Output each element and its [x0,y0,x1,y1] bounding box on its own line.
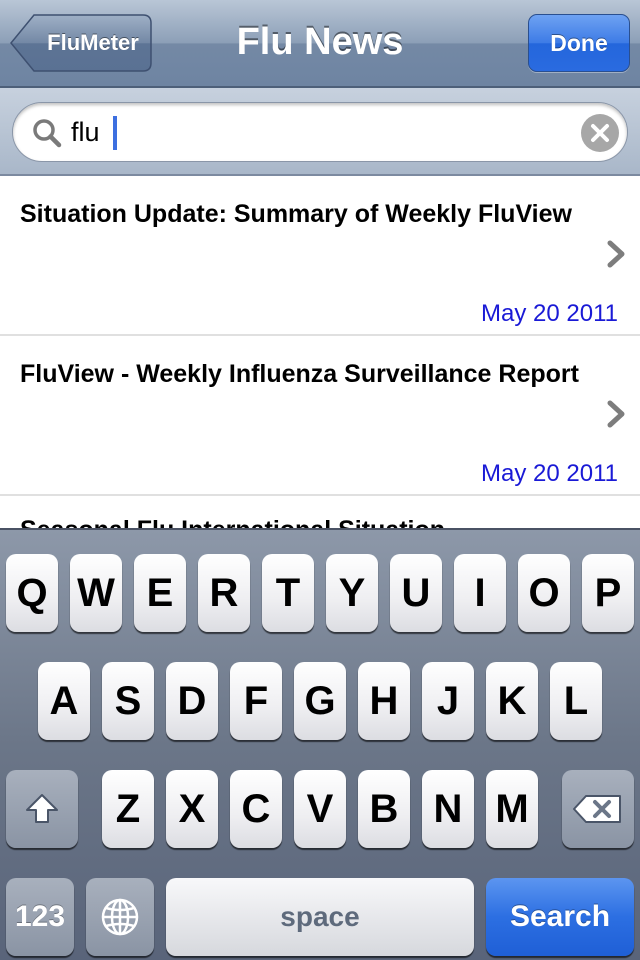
key-s[interactable]: S [102,662,154,740]
key-c[interactable]: C [230,770,282,848]
chevron-right-icon [607,240,625,268]
key-x[interactable]: X [166,770,218,848]
clear-icon [591,124,609,142]
navigation-bar: FluMeter Flu News Done [0,0,640,88]
list-item[interactable]: Situation Update: Summary of Weekly FluV… [0,176,640,336]
back-button[interactable]: FluMeter [10,14,152,72]
list-item[interactable]: Seasonal Flu International Situation [0,496,640,528]
news-item-title: Seasonal Flu International Situation [20,512,580,528]
chevron-right-icon [607,400,625,428]
globe-icon [101,898,139,936]
key-b[interactable]: B [358,770,410,848]
key-k[interactable]: K [486,662,538,740]
key-v[interactable]: V [294,770,346,848]
numbers-key[interactable]: 123 [6,878,74,956]
search-input[interactable]: flu [12,102,628,162]
search-input-value: flu [71,117,100,147]
key-t[interactable]: T [262,554,314,632]
page-title: Flu News [236,21,404,63]
key-u[interactable]: U [390,554,442,632]
text-caret [113,116,117,150]
key-d[interactable]: D [166,662,218,740]
key-h[interactable]: H [358,662,410,740]
done-button[interactable]: Done [528,14,630,72]
space-key[interactable]: space [166,878,474,956]
news-list: Situation Update: Summary of Weekly FluV… [0,176,640,528]
key-i[interactable]: I [454,554,506,632]
key-q[interactable]: Q [6,554,58,632]
list-item[interactable]: FluView - Weekly Influenza Surveillance … [0,336,640,496]
back-button-label: FluMeter [47,30,139,55]
key-o[interactable]: O [518,554,570,632]
news-item-date: May 20 2011 [481,300,618,327]
backspace-icon [573,795,621,823]
key-a[interactable]: A [38,662,90,740]
search-bar: flu [0,88,640,176]
key-f[interactable]: F [230,662,282,740]
shift-arrow-icon [26,794,58,823]
key-m[interactable]: M [486,770,538,848]
search-key[interactable]: Search [486,878,634,956]
key-y[interactable]: Y [326,554,378,632]
key-l[interactable]: L [550,662,602,740]
key-j[interactable]: J [422,662,474,740]
key-z[interactable]: Z [102,770,154,848]
news-item-date: May 20 2011 [481,460,618,487]
search-icon [33,119,62,148]
shift-key[interactable] [6,770,78,848]
clear-search-button[interactable] [581,114,619,152]
key-g[interactable]: G [294,662,346,740]
globe-key[interactable] [86,878,154,956]
key-p[interactable]: P [582,554,634,632]
delete-key[interactable] [562,770,634,848]
onscreen-keyboard: Q W E R T Y U I O P A S D F G H J K L Z … [0,528,640,960]
news-item-title: Situation Update: Summary of Weekly FluV… [20,200,572,228]
news-item-title: FluView - Weekly Influenza Surveillance … [20,360,579,388]
key-n[interactable]: N [422,770,474,848]
key-r[interactable]: R [198,554,250,632]
key-w[interactable]: W [70,554,122,632]
key-e[interactable]: E [134,554,186,632]
